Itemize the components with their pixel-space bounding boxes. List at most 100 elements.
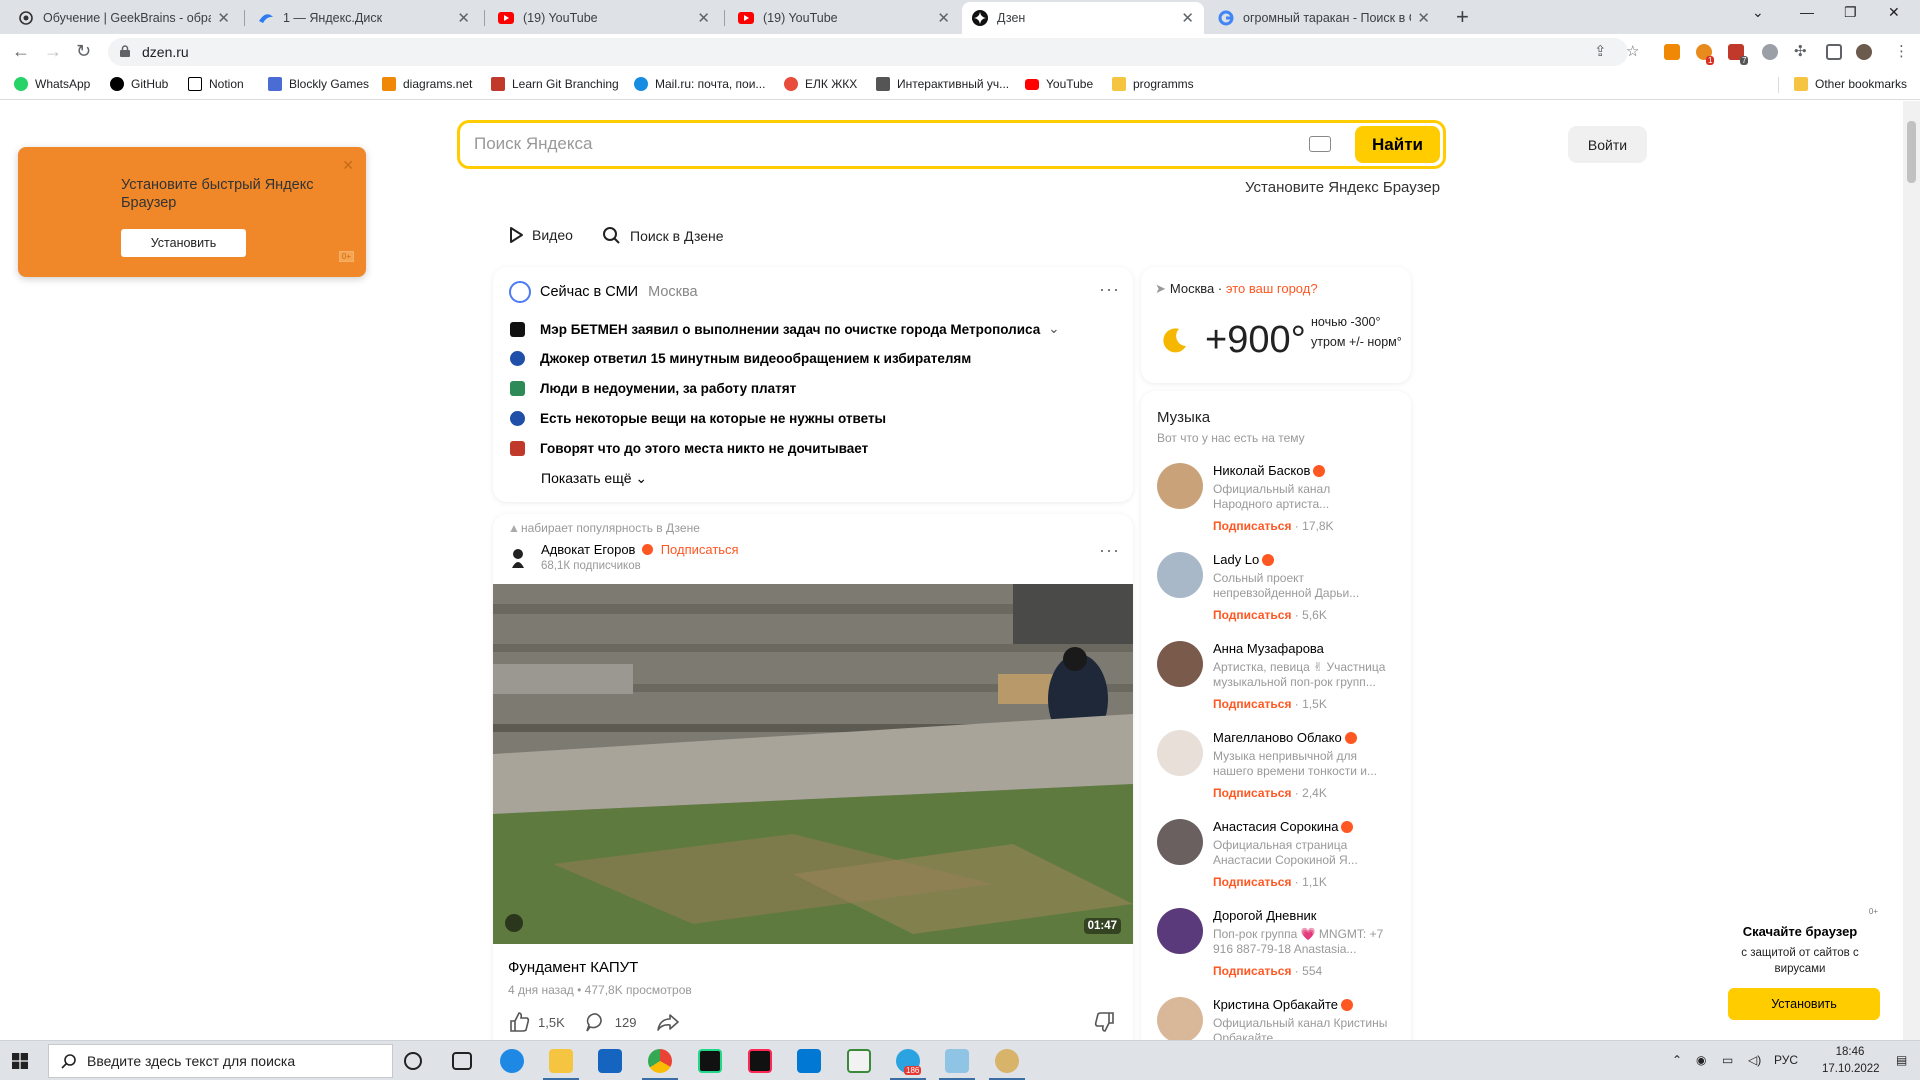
video-player[interactable]: 01:47 [493, 584, 1133, 944]
windows-start-icon[interactable] [12, 1053, 28, 1069]
meet-now-icon[interactable]: ◉ [1696, 1053, 1706, 1067]
bookmark-notion[interactable]: Notion [188, 77, 244, 91]
notifications-icon[interactable]: ▤ [1896, 1053, 1907, 1067]
artist-card[interactable]: Дорогой Дневник Поп-рок группа 💗 MNGMT: … [1157, 908, 1405, 993]
close-icon[interactable]: ✕ [1181, 9, 1194, 27]
tab-youtube-1[interactable]: (19) YouTube ✕ [488, 2, 720, 34]
address-bar[interactable]: dzen.ru [108, 38, 1628, 66]
share-icon[interactable] [656, 1011, 680, 1033]
store-icon[interactable] [598, 1049, 622, 1073]
paint-icon[interactable] [995, 1049, 1019, 1073]
side-panel-icon[interactable] [1826, 44, 1842, 60]
artist-card[interactable]: Анастасия Сорокина Официальная страница … [1157, 819, 1405, 904]
tab-youtube-2[interactable]: (19) YouTube ✕ [728, 2, 960, 34]
post-title[interactable]: Фундамент КАПУТ [508, 959, 638, 976]
subscribe-button[interactable]: Подписаться [1213, 697, 1291, 711]
dislike-icon[interactable] [1094, 1011, 1116, 1033]
page-scrollbar[interactable] [1903, 101, 1920, 1041]
taskbar-search[interactable]: Введите здесь текст для поиска [48, 1044, 393, 1078]
close-icon[interactable]: ✕ [937, 9, 950, 27]
bookmark-diagrams[interactable]: diagrams.net [382, 77, 472, 91]
edge-icon[interactable] [500, 1049, 524, 1073]
like-icon[interactable] [508, 1011, 530, 1033]
author-avatar[interactable] [510, 548, 526, 568]
subscribe-button[interactable]: Подписаться [1213, 875, 1291, 889]
subscribe-button[interactable]: Подписаться [1213, 519, 1291, 533]
close-icon[interactable]: ✕ [457, 9, 470, 27]
tray-chevron-up-icon[interactable]: ⌃ [1672, 1053, 1682, 1067]
subscribe-button[interactable]: Подписаться [661, 542, 739, 557]
subscribe-button[interactable]: Подписаться [1213, 786, 1291, 800]
window-close-icon[interactable]: ✕ [1888, 4, 1900, 21]
bookmark-folder-programms[interactable]: programms [1112, 77, 1194, 91]
bookmark-folder-other[interactable]: Other bookmarks [1794, 77, 1907, 91]
nav-video[interactable]: Видео [508, 226, 573, 244]
share-icon[interactable]: ⇪ [1594, 42, 1607, 60]
tab-yandex-disk[interactable]: 1 — Яндекс.Диск ✕ [248, 2, 480, 34]
forward-icon[interactable]: → [44, 42, 62, 60]
subscribe-button[interactable]: Подписаться [1213, 608, 1291, 622]
pycharm-icon[interactable] [698, 1049, 722, 1073]
notepad-icon[interactable] [847, 1049, 871, 1073]
search-button[interactable]: Найти [1355, 126, 1440, 163]
show-more-button[interactable]: Показать ещё ⌄ [541, 470, 647, 487]
close-icon[interactable]: ✕ [697, 9, 710, 27]
comment-icon[interactable] [585, 1011, 607, 1033]
tab-search-icon[interactable]: ⌄ [1752, 4, 1764, 21]
globe-icon[interactable] [1762, 44, 1778, 60]
tab-dzen[interactable]: Дзен ✕ [962, 2, 1204, 34]
artist-card[interactable]: Николай Басков Официальный канал Народно… [1157, 463, 1405, 548]
bookmark-github[interactable]: GitHub [110, 77, 168, 91]
close-icon[interactable]: ✕ [217, 9, 230, 27]
more-options-icon[interactable]: ··· [1099, 279, 1120, 300]
promo-install-button[interactable]: Установить [121, 229, 246, 257]
bookmark-star-icon[interactable]: ☆ [1626, 42, 1639, 60]
change-city-link[interactable]: это ваш город? [1226, 281, 1318, 296]
install-browser-link[interactable]: Установите Яндекс Браузер [1245, 179, 1440, 196]
nav-dzen-search[interactable]: Поиск в Дзене [602, 226, 724, 246]
extension-icon[interactable] [1664, 44, 1680, 60]
login-button[interactable]: Войти [1568, 126, 1647, 163]
profile-avatar[interactable] [1856, 44, 1872, 60]
tab-google[interactable]: огромный таракан - Поиск в Go ✕ [1208, 2, 1440, 34]
language-indicator[interactable]: РУС [1774, 1053, 1798, 1067]
artist-card[interactable]: Магелланово Облако Музыка непривычной дл… [1157, 730, 1405, 815]
keyboard-icon[interactable] [1309, 136, 1331, 152]
artist-card[interactable]: Анна Музафарова Артистка, певица ✌ Участ… [1157, 641, 1405, 726]
search-input[interactable]: Поиск Яндекса [474, 134, 592, 154]
news-item[interactable]: Мэр БЕТМЕН заявил о выполнении задач по … [510, 321, 1060, 337]
mute-icon[interactable] [505, 914, 523, 932]
extensions-puzzle-icon[interactable]: ✣ [1794, 42, 1807, 60]
scrollbar-thumb[interactable] [1907, 121, 1916, 183]
news-item[interactable]: Есть некоторые вещи на которые не нужны … [510, 411, 886, 426]
cortana-icon[interactable] [404, 1052, 422, 1070]
news-item[interactable]: Люди в недоумении, за работу платят [510, 381, 796, 396]
artist-card[interactable]: Lady Lo Сольный проект непревзойденной Д… [1157, 552, 1405, 637]
close-icon[interactable]: ✕ [342, 157, 354, 174]
news-item[interactable]: Говорят что до этого места никто не дочи… [510, 441, 868, 456]
download-install-button[interactable]: Установить [1728, 988, 1880, 1020]
bookmark-git[interactable]: Learn Git Branching [491, 77, 619, 91]
weather-widget[interactable]: ➤ Москва · это ваш город? +900° ночью -30… [1141, 267, 1411, 383]
vscode-icon[interactable] [797, 1049, 821, 1073]
news-item[interactable]: Джокер ответил 15 минутным видеообращени… [510, 351, 971, 366]
news-header[interactable]: Сейчас в СМИ Москва [509, 281, 698, 303]
intellij-icon[interactable] [748, 1049, 772, 1073]
bookmark-whatsapp[interactable]: WhatsApp [14, 77, 90, 91]
bookmark-interactive[interactable]: Интерактивный уч... [876, 77, 1009, 91]
subscribe-button[interactable]: Подписаться [1213, 964, 1291, 978]
bookmark-blockly[interactable]: Blockly Games [268, 77, 369, 91]
back-icon[interactable]: ← [12, 42, 30, 60]
more-options-icon[interactable]: ··· [1099, 540, 1120, 561]
volume-icon[interactable]: ◁) [1748, 1053, 1761, 1067]
app-icon[interactable] [945, 1049, 969, 1073]
minimize-icon[interactable]: — [1800, 4, 1814, 20]
chevron-down-icon[interactable]: ⌄ [1048, 321, 1059, 337]
clock[interactable]: 18:46 17.10.2022 [1822, 1044, 1880, 1078]
network-icon[interactable]: ▭ [1722, 1053, 1733, 1067]
bookmark-youtube[interactable]: YouTube [1025, 77, 1093, 91]
author-name[interactable]: Адвокат Егоров [541, 542, 635, 557]
file-explorer-icon[interactable] [549, 1049, 573, 1073]
reload-icon[interactable]: ↻ [76, 42, 91, 60]
task-view-icon[interactable] [452, 1052, 472, 1070]
